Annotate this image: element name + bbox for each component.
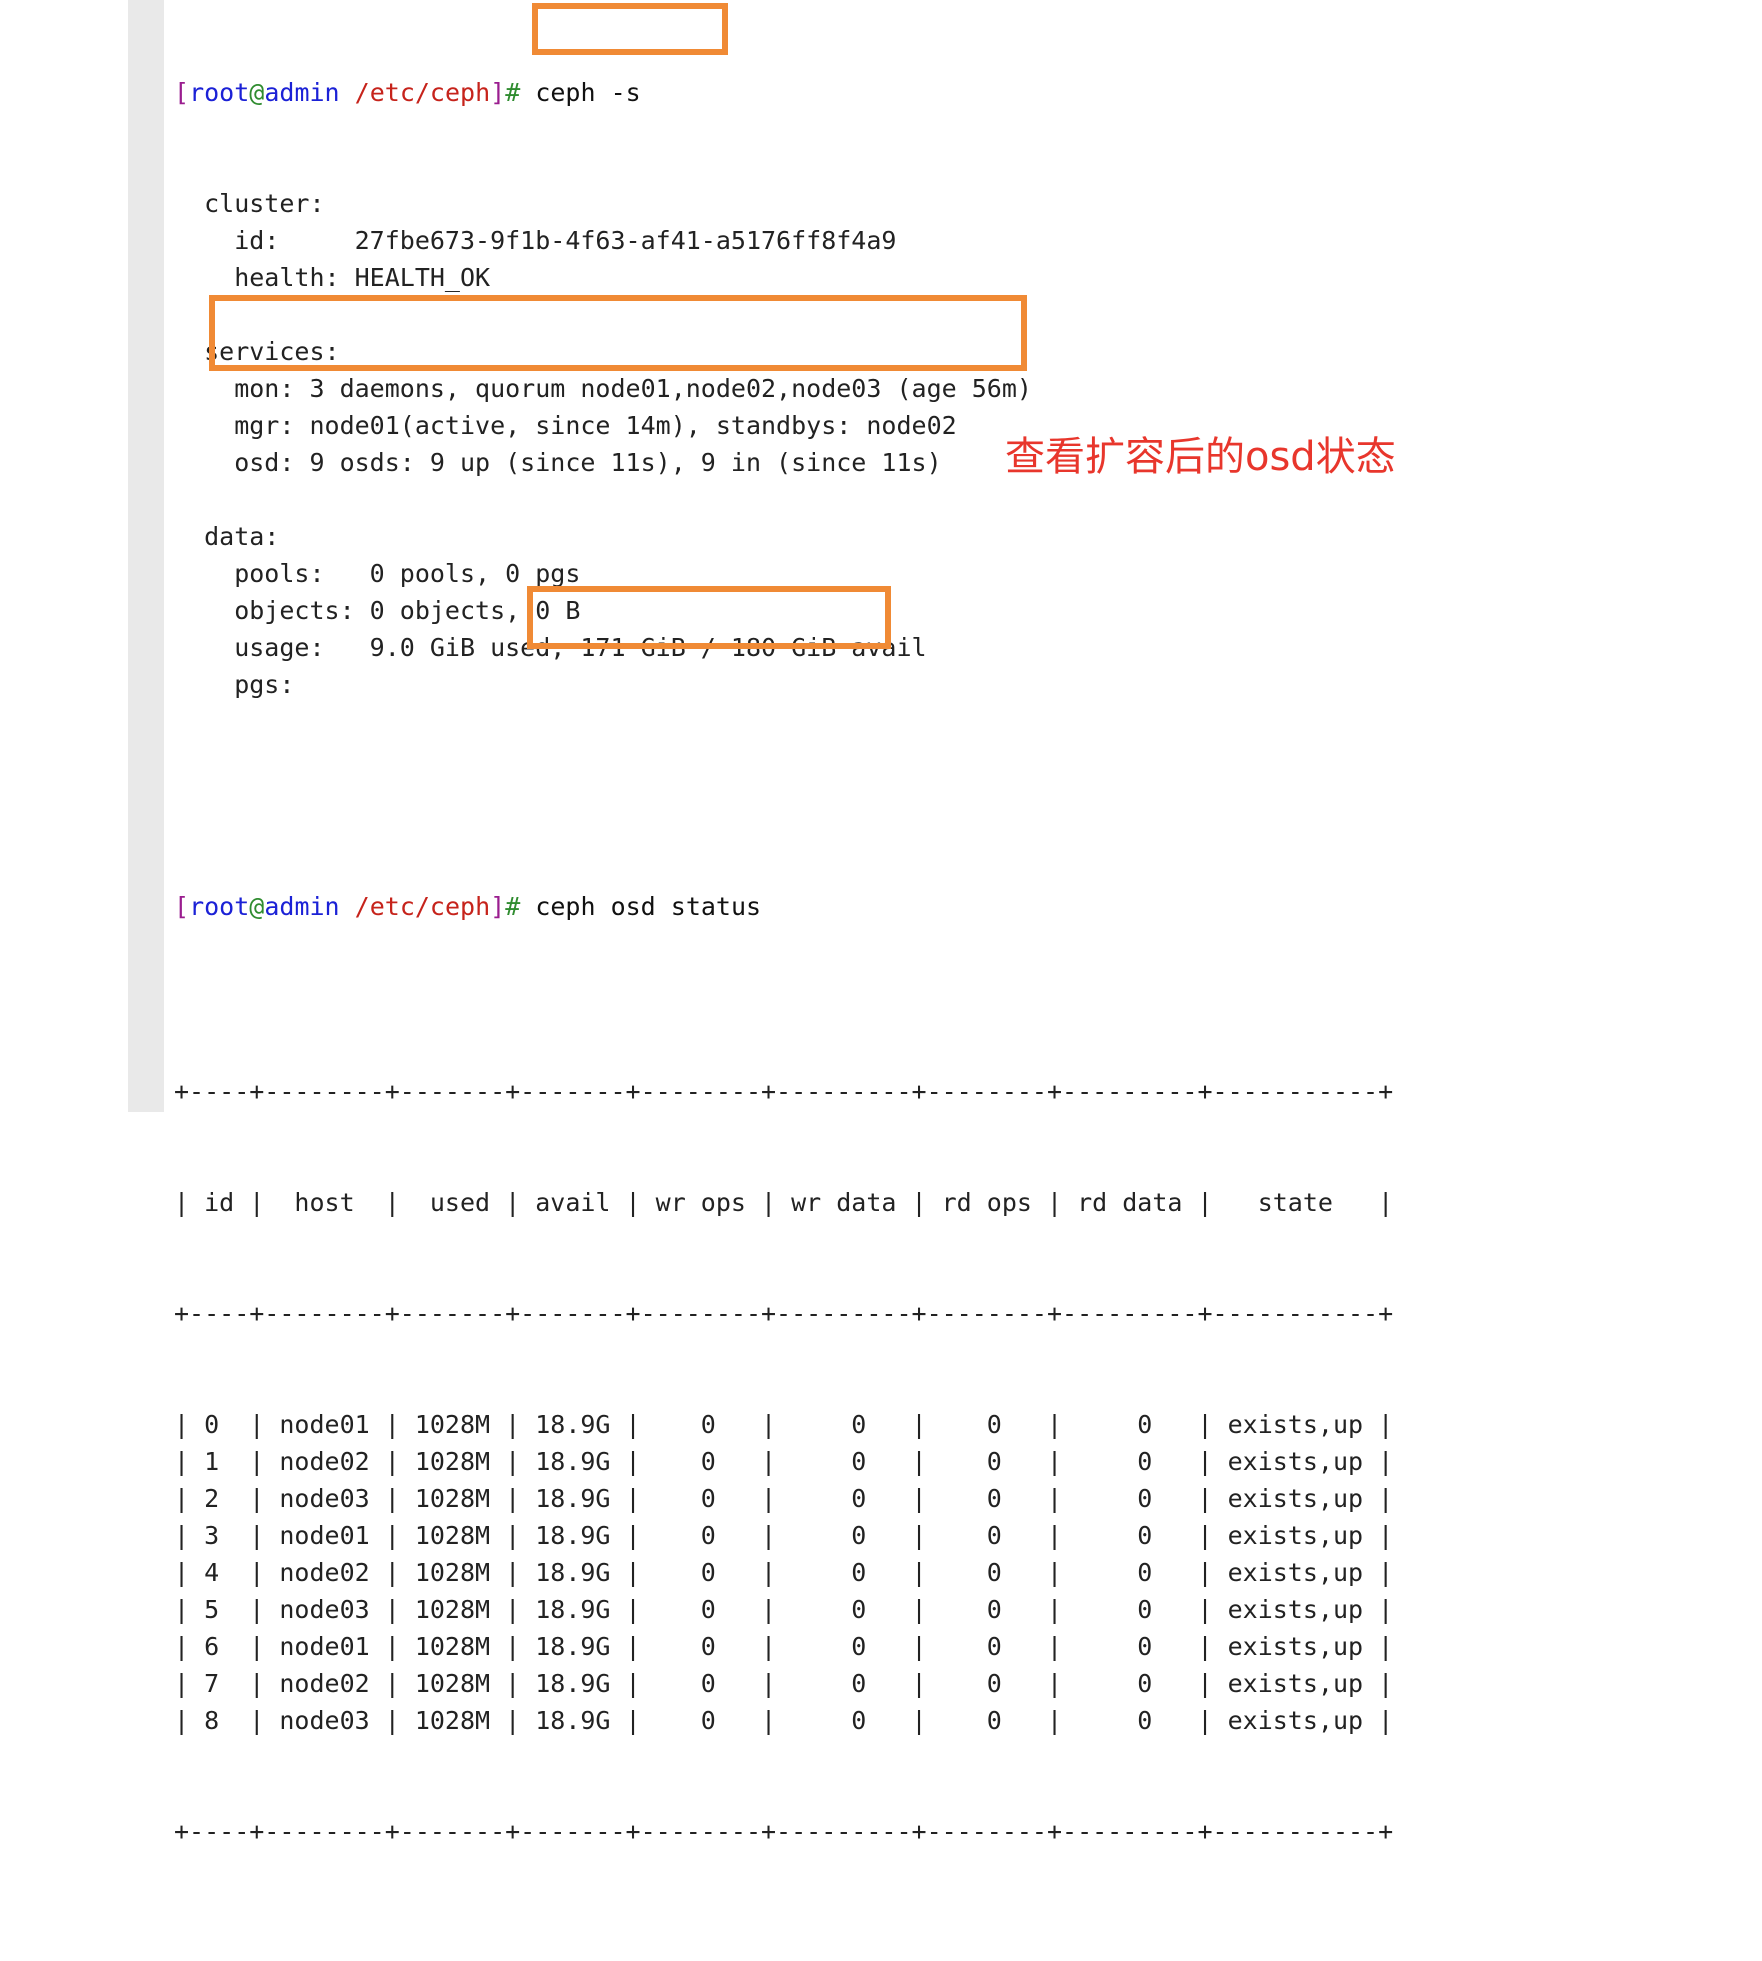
prompt-dir: /etc/ceph (354, 892, 491, 921)
prompt-host: admin (264, 892, 340, 921)
table-row: | 2 | node03 | 1028M | 18.9G | 0 | 0 | 0… (174, 1484, 1394, 1513)
prompt-bracket: ] (490, 892, 506, 921)
table-border: +----+--------+-------+-------+--------+… (174, 1077, 1394, 1106)
prompt-bracket: [ (174, 78, 190, 107)
highlight-box-osd-line (209, 295, 1027, 371)
prompt-line-1: [root@admin /etc/ceph]# ceph -s (174, 74, 1393, 111)
table-header: | id | host | used | avail | wr ops | wr… (174, 1188, 1394, 1217)
highlight-box-osd-status (527, 586, 891, 649)
status-line (174, 481, 1393, 518)
prompt-host: admin (264, 78, 340, 107)
prompt-bracket: [ (174, 892, 190, 921)
prompt-user: root (189, 78, 250, 107)
table-row: | 6 | node01 | 1028M | 18.9G | 0 | 0 | 0… (174, 1632, 1394, 1661)
command-ceph-osd-status: ceph osd status (520, 892, 762, 921)
prompt-hash: # (505, 892, 521, 921)
status-line: id: 27fbe673-9f1b-4f63-af41-a5176ff8f4a9 (174, 226, 897, 255)
table-row: | 8 | node03 | 1028M | 18.9G | 0 | 0 | 0… (174, 1706, 1394, 1735)
osd-status-table: +----+--------+-------+-------+--------+… (174, 999, 1393, 1924)
annotation-text: 查看扩容后的osd状态 (1005, 434, 1396, 480)
table-row: | 5 | node03 | 1028M | 18.9G | 0 | 0 | 0… (174, 1595, 1394, 1624)
prompt-line-2: [root@admin /etc/ceph]# ceph osd status (174, 888, 1393, 925)
table-border: +----+--------+-------+-------+--------+… (174, 1817, 1394, 1846)
prompt-dir: /etc/ceph (354, 78, 491, 107)
highlight-box-ceph-s (532, 3, 728, 55)
editor-gutter (128, 0, 164, 1112)
prompt-hash: # (505, 78, 521, 107)
status-line: data: (174, 522, 280, 551)
status-line: cluster: (174, 189, 325, 218)
prompt-user: root (189, 892, 250, 921)
status-line: pgs: (174, 670, 295, 699)
command-ceph-s: ceph -s (520, 78, 641, 107)
table-rows: | 0 | node01 | 1028M | 18.9G | 0 | 0 | 0… (174, 1406, 1393, 1739)
prompt-at: @ (249, 892, 265, 921)
table-row: | 7 | node02 | 1028M | 18.9G | 0 | 0 | 0… (174, 1669, 1394, 1698)
table-row: | 0 | node01 | 1028M | 18.9G | 0 | 0 | 0… (174, 1410, 1394, 1439)
prompt-at: @ (249, 78, 265, 107)
status-line: health: HEALTH_OK (174, 263, 491, 292)
table-row: | 1 | node02 | 1028M | 18.9G | 0 | 0 | 0… (174, 1447, 1394, 1476)
table-row: | 4 | node02 | 1028M | 18.9G | 0 | 0 | 0… (174, 1558, 1394, 1587)
prompt-bracket: ] (490, 78, 506, 107)
status-line: mon: 3 daemons, quorum node01,node02,nod… (174, 374, 1032, 403)
table-row: | 3 | node01 | 1028M | 18.9G | 0 | 0 | 0… (174, 1521, 1394, 1550)
table-border: +----+--------+-------+-------+--------+… (174, 1299, 1394, 1328)
